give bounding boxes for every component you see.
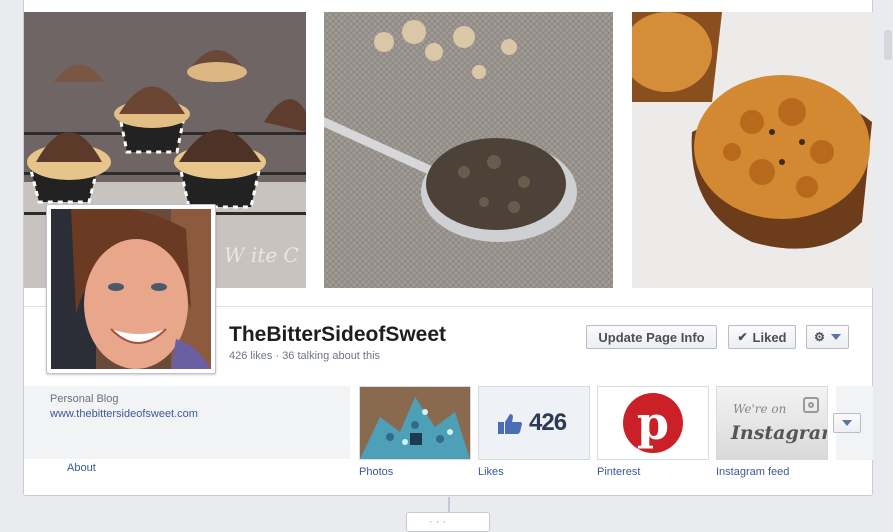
app-label-pinterest[interactable]: Pinterest [597,466,640,478]
scrollbar-thumb[interactable] [884,30,892,60]
update-page-info-label: Update Page Info [598,329,705,345]
timeline-pill-label: · · · [429,516,447,528]
app-tile-instagram[interactable]: We're on Instagram [716,386,828,460]
liked-label: Liked [752,329,787,345]
page-background-edge [880,0,893,521]
about-link[interactable]: About [67,462,96,474]
cover-photo-crispy-treats[interactable] [632,12,873,288]
gear-icon: ⚙ [814,330,825,344]
instagram-camera-icon [803,397,819,413]
more-apps-button[interactable] [833,413,861,433]
cover-photo-spoon[interactable] [324,12,613,288]
chevron-down-icon [842,420,852,426]
app-tile-pinterest[interactable]: p [597,386,709,460]
instagram-badge-top: We're on [733,402,787,416]
page-stats: 426 likes · 36 talking about this [229,350,381,362]
timeline-nav-pill[interactable]: · · · [406,512,490,532]
page-title[interactable]: TheBitterSideofSweet [229,323,446,347]
svg-text:p: p [637,396,669,450]
website-link[interactable]: www.thebittersideofsweet.com [50,408,198,420]
update-page-info-button[interactable]: Update Page Info [586,325,717,349]
thumbs-up-icon [498,414,522,434]
likes-count: 426 [529,409,567,436]
settings-dropdown-button[interactable]: ⚙ [806,325,849,349]
app-label-instagram[interactable]: Instagram feed [716,466,789,478]
check-icon: ✔ [737,330,748,344]
app-tile-photos[interactable] [359,386,471,460]
profile-picture[interactable] [46,204,216,374]
pinterest-logo-icon: p [598,387,708,459]
page-category: Personal Blog [50,393,119,405]
app-label-likes[interactable]: Likes [478,466,504,478]
app-label-photos[interactable]: Photos [359,466,393,478]
liked-button[interactable]: ✔ Liked [728,325,796,349]
instagram-badge-word: Instagram [731,422,827,444]
svg-text:W ite C: W ite C [224,243,299,267]
chevron-down-icon [830,334,841,340]
app-tile-likes[interactable]: 426 [478,386,590,460]
